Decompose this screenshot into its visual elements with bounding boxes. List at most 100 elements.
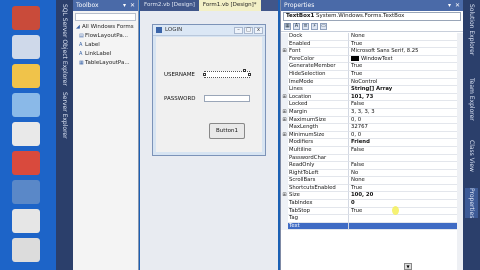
properties-window-buttons[interactable]: ▾ ✕: [448, 0, 463, 11]
property-name[interactable]: GenerateMember: [288, 63, 349, 71]
property-name[interactable]: Margin: [288, 108, 349, 117]
shortcut-icon[interactable]: [12, 151, 40, 175]
property-row[interactable]: ⊞ Location 101, 73: [281, 93, 463, 102]
property-name[interactable]: Dock: [288, 33, 349, 41]
property-row[interactable]: Locked False: [281, 101, 463, 109]
alphabetical-icon[interactable]: A: [293, 23, 300, 30]
property-name[interactable]: Locked: [288, 101, 349, 109]
property-row[interactable]: ⊞ MaximumSize 0, 0: [281, 116, 463, 125]
property-value[interactable]: True: [349, 208, 463, 216]
property-name[interactable]: Lines: [288, 86, 349, 94]
property-value[interactable]: 100, 20: [349, 192, 463, 201]
property-row[interactable]: ScrollBars None: [281, 177, 463, 185]
username-label[interactable]: USERNAME: [164, 72, 195, 78]
property-name[interactable]: MinimumSize: [288, 131, 349, 140]
property-value[interactable]: False: [349, 162, 463, 170]
property-value[interactable]: False: [349, 147, 463, 155]
form-client-area[interactable]: USERNAME PASSWORD Button1: [156, 37, 262, 152]
property-value[interactable]: Microsoft Sans Serif, 8.25: [349, 48, 463, 56]
property-value[interactable]: 101, 73: [349, 94, 463, 102]
toolbox-item-label[interactable]: A Label: [73, 41, 138, 50]
property-name[interactable]: ImeMode: [288, 78, 349, 87]
property-value[interactable]: None: [349, 33, 463, 41]
expand-icon[interactable]: ⊞: [281, 93, 288, 102]
object-selector[interactable]: TextBox1 System.Windows.Forms.TextBox: [283, 12, 461, 21]
properties-icon[interactable]: ≡: [302, 23, 309, 30]
shortcut-icon[interactable]: [12, 6, 40, 30]
property-value[interactable]: [349, 215, 463, 223]
shortcut-icon[interactable]: [12, 93, 40, 117]
property-name[interactable]: TabStop: [288, 207, 349, 216]
expand-icon[interactable]: ⊞: [281, 116, 288, 125]
expand-icon[interactable]: ⊞: [281, 131, 288, 140]
property-row[interactable]: TabIndex 0: [281, 200, 463, 208]
property-row[interactable]: ShortcutsEnabled True: [281, 184, 463, 193]
property-row[interactable]: TabStop True: [281, 207, 463, 216]
property-row[interactable]: ImeMode NoControl: [281, 78, 463, 87]
property-name[interactable]: ScrollBars: [288, 177, 349, 185]
property-value[interactable]: True: [349, 41, 463, 49]
close-icon[interactable]: x: [254, 26, 263, 34]
tab-form1-design[interactable]: Form1.vb [Design]*: [198, 0, 261, 11]
shortcut-icon[interactable]: [12, 180, 40, 204]
shortcut-icon[interactable]: [12, 209, 40, 233]
property-name[interactable]: ShortcutsEnabled: [288, 184, 349, 193]
password-label[interactable]: PASSWORD: [164, 96, 196, 102]
toolbox-item-linklabel[interactable]: A LinkLabel: [73, 50, 138, 59]
property-name[interactable]: TabIndex: [288, 200, 349, 208]
property-value[interactable]: [349, 155, 463, 163]
password-textbox[interactable]: [204, 95, 250, 102]
property-name[interactable]: PasswordChar: [288, 154, 349, 163]
property-value[interactable]: None: [349, 177, 463, 185]
toolbox-window-buttons[interactable]: ▾ ✕: [123, 0, 138, 11]
property-value[interactable]: [349, 222, 463, 231]
property-row[interactable]: ReadOnly False: [281, 162, 463, 170]
property-name[interactable]: MaximumSize: [288, 116, 349, 125]
property-value[interactable]: 0, 0: [349, 132, 463, 140]
property-row[interactable]: ⊞ Margin 3, 3, 3, 3: [281, 108, 463, 117]
property-row[interactable]: Dock None: [281, 33, 463, 41]
property-name[interactable]: Location: [288, 93, 349, 102]
property-row[interactable]: ⊞ Font Microsoft Sans Serif, 8.25: [281, 48, 463, 56]
resize-handle-left[interactable]: [203, 73, 206, 76]
property-row[interactable]: HideSelection True: [281, 70, 463, 79]
property-row[interactable]: Text: [281, 222, 463, 231]
property-name[interactable]: Tag: [288, 215, 349, 223]
property-row[interactable]: Multiline False: [281, 146, 463, 155]
property-value[interactable]: 3, 3, 3, 3: [349, 109, 463, 117]
property-row[interactable]: Tag: [281, 215, 463, 223]
property-row[interactable]: ⊞ Size 100, 20: [281, 192, 463, 201]
property-value[interactable]: 0, 0: [349, 117, 463, 125]
resize-handle-right[interactable]: [248, 73, 251, 76]
expand-icon[interactable]: ⊞: [281, 108, 288, 117]
property-value[interactable]: Friend: [349, 139, 463, 147]
property-value[interactable]: True: [349, 63, 463, 71]
tab-properties[interactable]: Properties: [465, 188, 478, 219]
tab-sql-server-object-explorer[interactable]: SQL Server Object Explorer: [58, 4, 71, 86]
toolbox-item-flowlayoutpanel[interactable]: ▤FlowLayoutPa...: [73, 32, 138, 41]
property-name[interactable]: Font: [288, 48, 349, 56]
property-name[interactable]: RightToLeft: [288, 169, 349, 178]
toolbox-item-tablelayoutpanel[interactable]: ▦TableLayoutPa...: [73, 59, 138, 68]
property-row[interactable]: RightToLeft No: [281, 169, 463, 178]
shortcut-icon[interactable]: [12, 122, 40, 146]
dropdown-arrow-icon[interactable]: ▼: [404, 263, 412, 270]
property-row[interactable]: MaxLength 32767: [281, 124, 463, 132]
minimize-icon[interactable]: –: [234, 26, 243, 34]
expand-icon[interactable]: ⊞: [281, 48, 288, 56]
property-value[interactable]: WindowText: [349, 55, 463, 64]
property-name[interactable]: Size: [288, 192, 349, 201]
tab-server-explorer[interactable]: Server Explorer: [58, 92, 71, 139]
tab-solution-explorer[interactable]: Solution Explorer: [465, 4, 478, 55]
property-row[interactable]: GenerateMember True: [281, 63, 463, 71]
property-pages-icon[interactable]: ▭: [320, 23, 327, 30]
shortcut-icon[interactable]: [12, 238, 40, 262]
maximize-icon[interactable]: □: [244, 26, 253, 34]
property-value[interactable]: False: [349, 101, 463, 109]
property-value[interactable]: 0: [349, 200, 463, 208]
shortcut-icon[interactable]: [12, 64, 40, 88]
categorized-icon[interactable]: ▦: [284, 23, 291, 30]
property-row[interactable]: Lines String[] Array: [281, 86, 463, 94]
property-value[interactable]: No: [349, 170, 463, 178]
property-row[interactable]: ForeColor WindowText: [281, 55, 463, 64]
